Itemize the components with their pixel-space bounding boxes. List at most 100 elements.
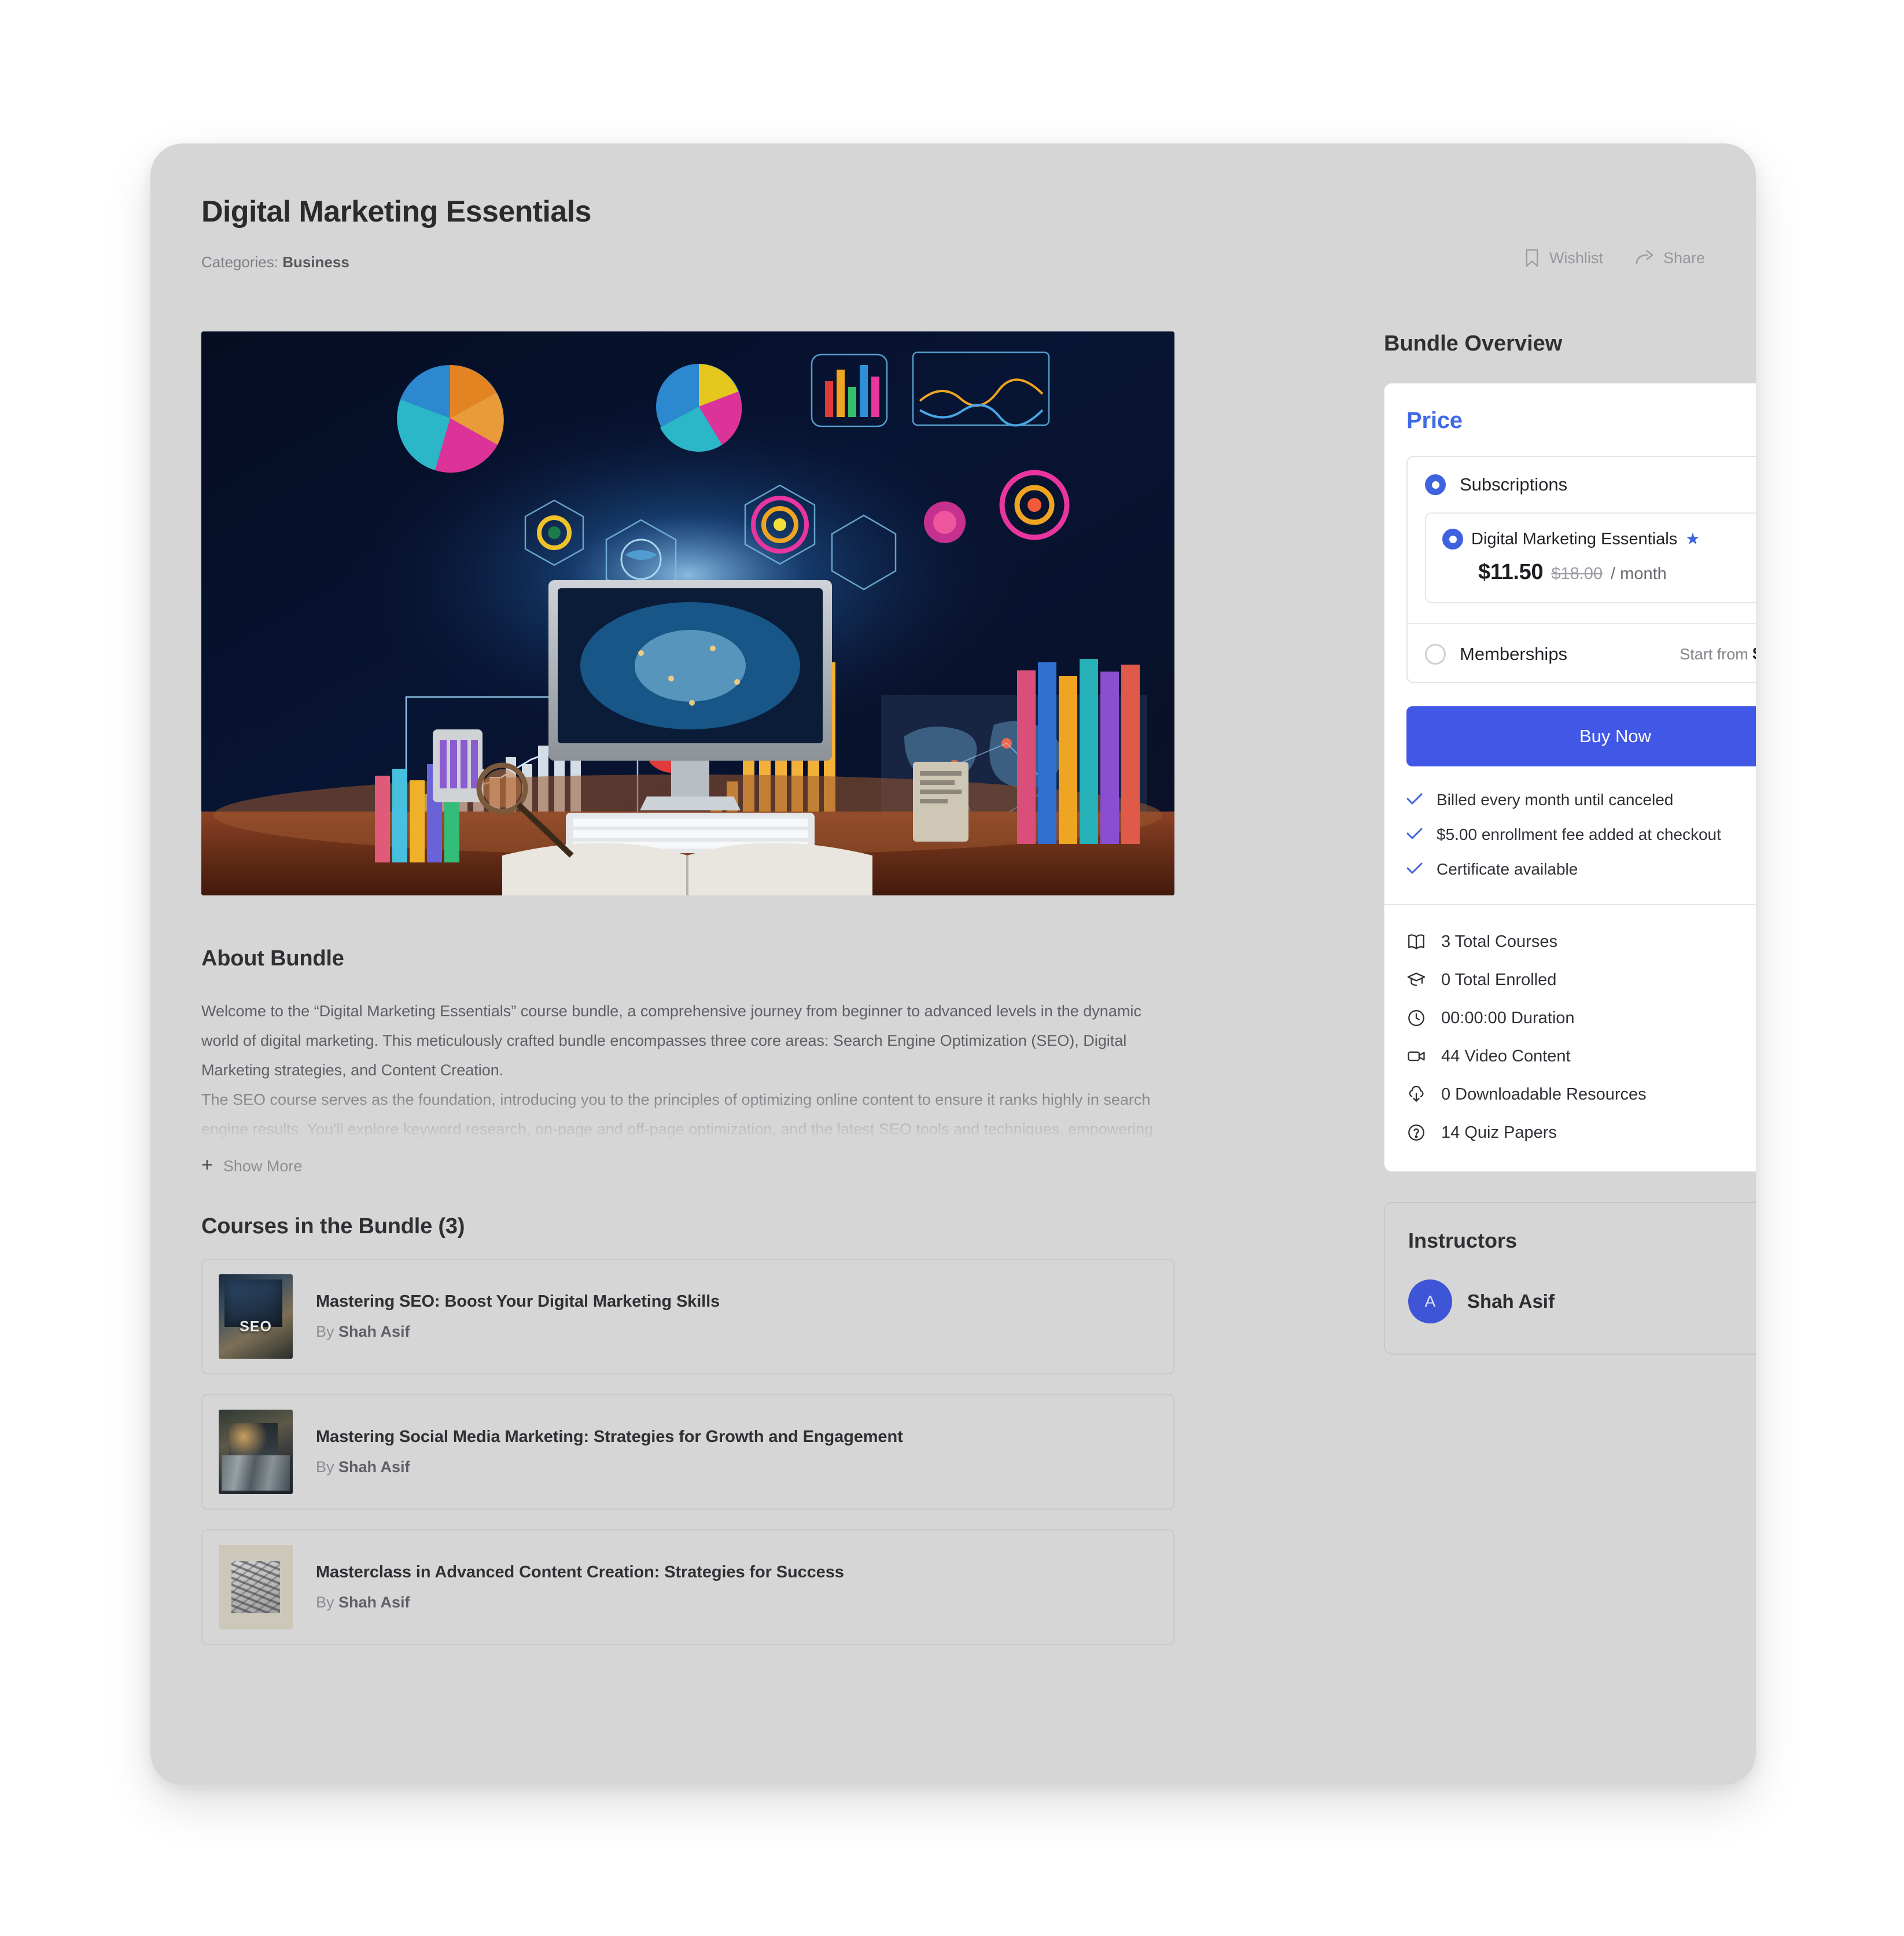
video-icon (1406, 1046, 1426, 1066)
main-content: About Bundle Welcome to the “Digital Mar… (201, 331, 1174, 1645)
share-button[interactable]: Share (1636, 249, 1705, 267)
category-value[interactable]: Business (282, 253, 349, 271)
about-bundle-section: About Bundle Welcome to the “Digital Mar… (201, 946, 1174, 1176)
stat-quiz-papers: 14 Quiz Papers (1406, 1123, 1756, 1142)
bundle-detail-page: Digital Marketing Essentials Categories:… (150, 143, 1756, 1785)
course-author: By Shah Asif (316, 1323, 720, 1341)
stat-text: 14 Quiz Papers (1441, 1123, 1557, 1142)
course-title: Mastering Social Media Marketing: Strate… (316, 1428, 903, 1446)
wishlist-button[interactable]: Wishlist (1524, 249, 1603, 267)
book-icon (1406, 932, 1426, 952)
stat-text: 0 Total Enrolled (1441, 970, 1557, 989)
plus-icon: + (201, 1154, 213, 1176)
course-card[interactable]: Masterclass in Advanced Content Creation… (201, 1529, 1174, 1645)
courses-section: Courses in the Bundle (3) Mastering SEO:… (201, 1214, 1174, 1645)
course-thumbnail (219, 1274, 293, 1359)
start-from-label: Start from (1680, 646, 1748, 663)
buy-now-button[interactable]: Buy Now (1406, 706, 1756, 766)
benefit-item: Billed every month until canceled (1406, 791, 1756, 809)
course-card[interactable]: Mastering SEO: Boost Your Digital Market… (201, 1259, 1174, 1374)
page-title: Digital Marketing Essentials (201, 195, 591, 228)
plan-name: Digital Marketing Essentials (1471, 529, 1678, 548)
thumbnail-art (231, 1561, 281, 1614)
categories-label: Categories: (201, 253, 278, 271)
plan-radio[interactable] (1442, 529, 1463, 550)
benefit-text: Certificate available (1437, 860, 1578, 878)
show-more-label: Show More (223, 1157, 303, 1175)
graduation-cap-icon (1406, 970, 1426, 990)
start-from-price: $15.00 (1752, 644, 1756, 663)
hero-illustration (201, 331, 1174, 895)
stat-duration: 00:00:00 Duration (1406, 1008, 1756, 1028)
benefit-text: Billed every month until canceled (1437, 791, 1674, 809)
stat-downloadable-resources: 0 Downloadable Resources (1406, 1085, 1756, 1104)
benefit-text: $5.00 enrollment fee added at checkout (1437, 825, 1721, 843)
plan-period: / month (1611, 565, 1667, 583)
course-thumbnail (219, 1410, 293, 1494)
subscription-plan[interactable]: Digital Marketing Essentials ★ $11.50 $1… (1425, 512, 1756, 603)
share-icon (1636, 250, 1654, 266)
memberships-price: Start from $15.00 (1680, 644, 1756, 664)
author-name: Shah Asif (338, 1323, 410, 1340)
about-paragraph-1: Welcome to the “Digital Marketing Essent… (201, 1002, 1141, 1079)
plan-header: Digital Marketing Essentials ★ (1442, 529, 1756, 550)
plan-price: $11.50 (1478, 560, 1544, 584)
bundle-stats: 3 Total Courses 0 Total Enrolled 00:00:0… (1384, 905, 1756, 1171)
sidebar: Bundle Overview Price Subscriptions Digi… (1384, 331, 1756, 1355)
clock-icon (1406, 1008, 1426, 1028)
about-text: Welcome to the “Digital Marketing Essent… (201, 997, 1174, 1146)
show-more-button[interactable]: + Show More (201, 1154, 303, 1176)
benefit-item: $5.00 enrollment fee added at checkout (1406, 825, 1756, 844)
instructor-item[interactable]: A Shah Asif (1408, 1279, 1756, 1323)
instructors-card: Instructors A Shah Asif (1384, 1202, 1756, 1355)
author-name: Shah Asif (338, 1594, 410, 1611)
subscriptions-option[interactable]: Subscriptions (1425, 474, 1756, 495)
share-label: Share (1663, 249, 1705, 267)
header-actions: Wishlist Share (1524, 249, 1705, 267)
subscriptions-label: Subscriptions (1460, 474, 1568, 495)
download-cloud-icon (1406, 1085, 1426, 1104)
question-circle-icon (1406, 1123, 1426, 1142)
breadcrumb: Categories: Business (201, 253, 349, 271)
bundle-hero-image (201, 331, 1174, 895)
by-label: By (316, 1458, 334, 1476)
course-author: By Shah Asif (316, 1594, 844, 1612)
instructor-name: Shah Asif (1467, 1290, 1555, 1312)
course-thumbnail (219, 1545, 293, 1629)
memberships-option[interactable]: Memberships Start from $15.00 (1425, 624, 1756, 665)
wishlist-label: Wishlist (1549, 249, 1603, 267)
avatar: A (1408, 1279, 1452, 1323)
price-card: Price Subscriptions Digital Marketing Es… (1384, 383, 1756, 1172)
stat-text: 44 Video Content (1441, 1046, 1571, 1065)
courses-heading: Courses in the Bundle (3) (201, 1214, 465, 1238)
about-heading: About Bundle (201, 946, 344, 971)
bundle-overview-heading: Bundle Overview (1384, 331, 1563, 356)
course-title: Masterclass in Advanced Content Creation… (316, 1563, 844, 1581)
course-author: By Shah Asif (316, 1458, 903, 1476)
stat-total-courses: 3 Total Courses (1406, 932, 1756, 952)
course-card[interactable]: Mastering Social Media Marketing: Strate… (201, 1394, 1174, 1510)
stat-text: 0 Downloadable Resources (1441, 1085, 1647, 1104)
stat-text: 3 Total Courses (1441, 932, 1557, 951)
benefit-item: Certificate available (1406, 860, 1756, 879)
stat-total-enrolled: 0 Total Enrolled (1406, 970, 1756, 990)
plan-pricing: $11.50 $18.00 / month (1442, 560, 1756, 585)
course-title: Mastering SEO: Boost Your Digital Market… (316, 1292, 720, 1311)
memberships-radio[interactable] (1425, 644, 1446, 665)
check-icon (1406, 791, 1423, 809)
by-label: By (316, 1594, 334, 1611)
about-paragraph-2: The SEO course serves as the foundation,… (201, 1091, 1154, 1138)
plan-old-price: $18.00 (1551, 565, 1603, 583)
price-label: Price (1406, 408, 1463, 433)
subscriptions-radio[interactable] (1425, 474, 1446, 495)
bookmark-icon (1524, 249, 1540, 267)
stat-text: 00:00:00 Duration (1441, 1008, 1575, 1027)
by-label: By (316, 1323, 334, 1340)
purchase-options: Subscriptions Digital Marketing Essentia… (1406, 456, 1756, 683)
instructors-heading: Instructors (1408, 1229, 1518, 1252)
author-name: Shah Asif (338, 1458, 410, 1476)
star-icon: ★ (1685, 530, 1700, 548)
check-icon (1406, 860, 1423, 879)
purchase-benefits: Billed every month until canceled $5.00 … (1406, 791, 1756, 879)
stat-video-content: 44 Video Content (1406, 1046, 1756, 1066)
